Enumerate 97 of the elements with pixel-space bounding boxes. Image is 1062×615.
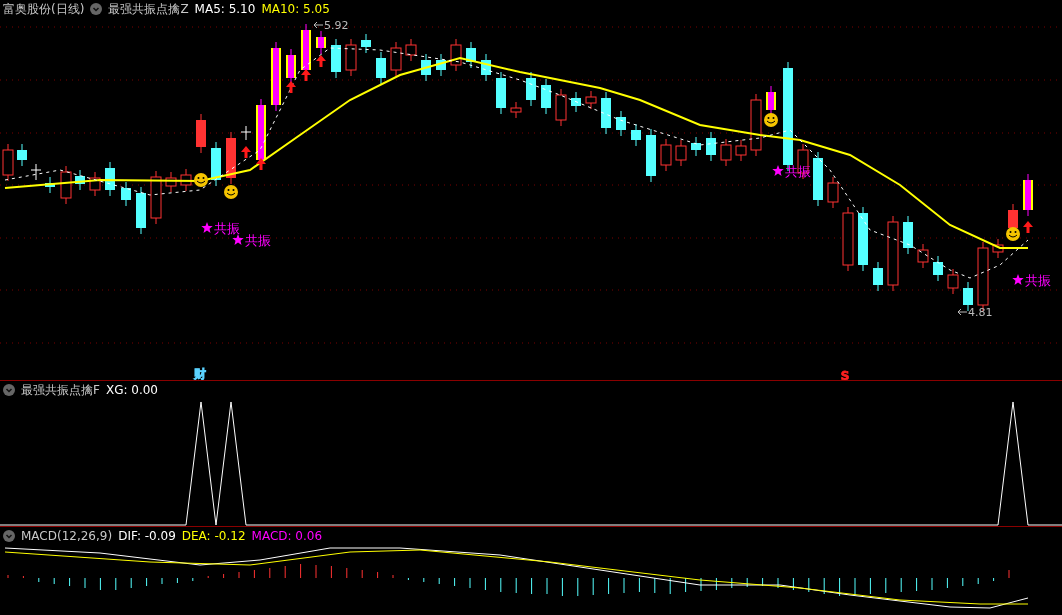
candlestick: [873, 261, 883, 292]
candlestick: [526, 71, 536, 107]
price-label: 4.81: [968, 306, 993, 319]
candlestick: [136, 186, 146, 235]
candlestick: [226, 131, 236, 185]
candlestick: [271, 41, 281, 112]
candlestick: [421, 53, 431, 82]
indicator-reading: MACD: 0.06: [251, 529, 323, 543]
arrow-up-icon: [316, 55, 326, 67]
candlestick: [390, 41, 402, 77]
smiley-icon: [764, 113, 778, 127]
candlestick: [601, 91, 611, 135]
arrow-up-icon: [241, 146, 251, 158]
candlestick: [345, 38, 357, 77]
candlestick: [60, 165, 72, 205]
indicator-name: 最强共振点擒Z: [108, 0, 189, 18]
star-icon: [772, 165, 784, 176]
signal-label: 共振: [785, 164, 811, 179]
star-icon: [201, 222, 213, 233]
candlestick: [571, 91, 581, 113]
candlestick: [510, 101, 522, 119]
candlestick: [585, 90, 597, 110]
arrow-left-icon: [313, 21, 324, 29]
stock-title: 富奥股份(日线): [3, 0, 85, 18]
candlestick: [165, 171, 177, 193]
candlestick: [660, 138, 672, 172]
price-label: 5.92: [324, 19, 349, 32]
chevron-down-icon[interactable]: [3, 530, 15, 542]
candlestick: [240, 125, 252, 141]
candlestick: [646, 128, 656, 183]
signal-label: 共振: [214, 221, 240, 236]
candlestick: [316, 30, 326, 55]
candlestick: [631, 123, 641, 147]
indicator-name: MACD(12,26,9): [21, 529, 113, 543]
candlestick: [917, 243, 929, 269]
indicator-reading: DIF: -0.09: [118, 529, 176, 543]
candlestick: [45, 176, 55, 194]
candlestick: [450, 38, 462, 72]
chevron-down-icon[interactable]: [90, 3, 103, 15]
star-icon: [232, 234, 244, 245]
candlestick: [211, 141, 221, 187]
smiley-icon: [224, 185, 238, 199]
candlestick: [842, 206, 854, 272]
candlestick: [481, 53, 491, 82]
candlestick: [121, 181, 131, 207]
candlestick: [89, 171, 101, 197]
indicator-reading: MA10: 5.05: [261, 2, 330, 16]
indicator-reading: DEA: -0.12: [181, 529, 246, 543]
candlestick: [720, 138, 732, 167]
candlestick: [903, 215, 913, 255]
candlestick: [691, 136, 701, 157]
signal-label: 共振: [1025, 273, 1051, 288]
candlestick: [750, 93, 762, 157]
star-icon: [1012, 274, 1024, 285]
candlestick: [947, 268, 959, 295]
chevron-down-icon[interactable]: [3, 384, 15, 396]
candlestick: [555, 88, 567, 127]
candlestick: [735, 139, 747, 162]
candlestick: [17, 143, 27, 167]
candlestick: [75, 169, 85, 191]
candlestick: [813, 151, 823, 207]
candlestick: [105, 161, 115, 197]
candlestick: [196, 113, 206, 154]
candlestick: [541, 78, 551, 115]
event-marker[interactable]: 财: [194, 367, 206, 380]
candlestick: [616, 110, 626, 137]
indicator-reading: MA5: 5.10: [194, 2, 256, 16]
event-marker[interactable]: S: [840, 369, 850, 380]
candlestick: [1023, 173, 1033, 217]
arrow-up-icon: [286, 81, 296, 93]
candlestick: [797, 143, 809, 180]
smiley-icon: [194, 173, 208, 187]
smiley-icon: [1006, 227, 1020, 241]
arrow-left-icon: [957, 308, 968, 316]
candlestick: [361, 33, 371, 54]
indicator-name: 最强共振点擒F: [21, 381, 100, 399]
indicator-reading: XG: 0.00: [105, 383, 158, 397]
arrow-up-icon: [256, 158, 266, 170]
arrow-up-icon: [301, 69, 311, 81]
signal-label: 共振: [245, 233, 271, 248]
candlestick: [30, 163, 42, 181]
candlestick: [436, 53, 446, 77]
candlestick: [496, 71, 506, 115]
candlestick: [675, 139, 687, 167]
candlestick: [858, 206, 868, 272]
candlestick: [933, 255, 943, 282]
candlestick: [992, 238, 1004, 259]
candlestick: [706, 131, 716, 162]
candlestick: [180, 168, 192, 192]
candlestick: [466, 41, 476, 69]
candlestick: [150, 170, 162, 225]
candlestick: [286, 48, 296, 85]
candlestick: [405, 38, 417, 62]
candlestick: [376, 51, 386, 85]
candlestick: [331, 38, 341, 79]
arrow-up-icon: [1023, 221, 1033, 233]
candlestick: [827, 176, 839, 209]
